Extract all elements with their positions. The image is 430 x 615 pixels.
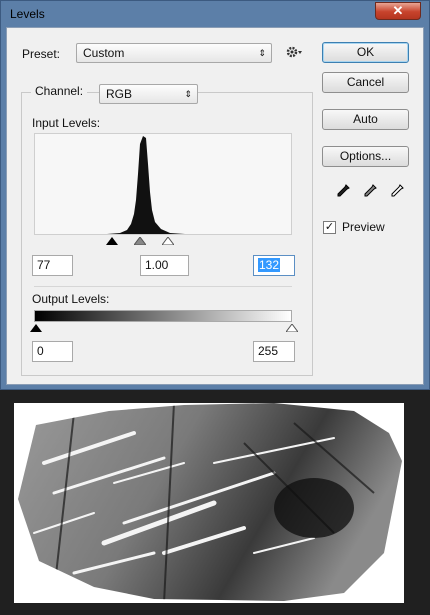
divider	[34, 286, 292, 287]
auto-button[interactable]: Auto	[322, 109, 409, 130]
output-white-field[interactable]: 255	[253, 341, 295, 362]
histogram	[34, 133, 292, 235]
channel-label: Channel:	[31, 84, 88, 98]
window-title: Levels	[10, 7, 45, 21]
output-levels-label: Output Levels:	[32, 292, 110, 306]
checkmark-icon: ✓	[324, 221, 335, 233]
preview-checkbox[interactable]: ✓	[323, 221, 336, 234]
channel-select[interactable]: RGB ⇕	[99, 84, 198, 104]
input-gamma-field[interactable]: 1.00	[140, 255, 189, 276]
input-levels-label: Input Levels:	[32, 116, 101, 130]
preset-label: Preset:	[22, 47, 61, 61]
cancel-button[interactable]: Cancel	[322, 72, 409, 93]
white-point-slider[interactable]	[162, 237, 174, 245]
gamma-slider[interactable]	[134, 237, 146, 245]
gear-icon[interactable]	[285, 45, 303, 59]
preset-select[interactable]: Custom ⇕	[76, 43, 272, 63]
white-eyedropper-icon[interactable]	[389, 183, 405, 199]
output-gradient-bar	[34, 310, 292, 322]
histogram-plot	[107, 136, 185, 234]
output-black-field[interactable]: 0	[32, 341, 73, 362]
input-white-field[interactable]: 132	[253, 255, 295, 276]
channel-value: RGB	[106, 87, 133, 101]
texture-image	[18, 403, 402, 601]
input-black-field[interactable]: 77	[32, 255, 73, 276]
select-arrows-icon: ⇕	[258, 48, 266, 58]
input-white-value: 132	[258, 258, 281, 272]
black-eyedropper-icon[interactable]	[335, 183, 351, 199]
close-icon: ✕	[392, 3, 404, 18]
close-button[interactable]: ✕	[375, 2, 421, 20]
image-preview	[14, 403, 404, 603]
ok-button[interactable]: OK	[322, 42, 409, 63]
select-arrows-icon: ⇕	[184, 89, 192, 99]
black-point-slider[interactable]	[106, 237, 118, 245]
options-button[interactable]: Options...	[322, 146, 409, 167]
preset-value: Custom	[83, 46, 125, 60]
title-bar[interactable]: Levels ✕	[1, 1, 429, 27]
dialog-client-area: Preset: Custom ⇕ OK Cancel Auto Options.…	[6, 27, 424, 385]
output-black-slider[interactable]	[30, 324, 42, 332]
preview-label: Preview	[342, 220, 385, 234]
output-white-slider[interactable]	[286, 324, 298, 332]
levels-dialog: Levels ✕ Preset: Custom ⇕ OK Cancel Auto…	[0, 0, 430, 390]
gray-eyedropper-icon[interactable]	[362, 183, 378, 199]
